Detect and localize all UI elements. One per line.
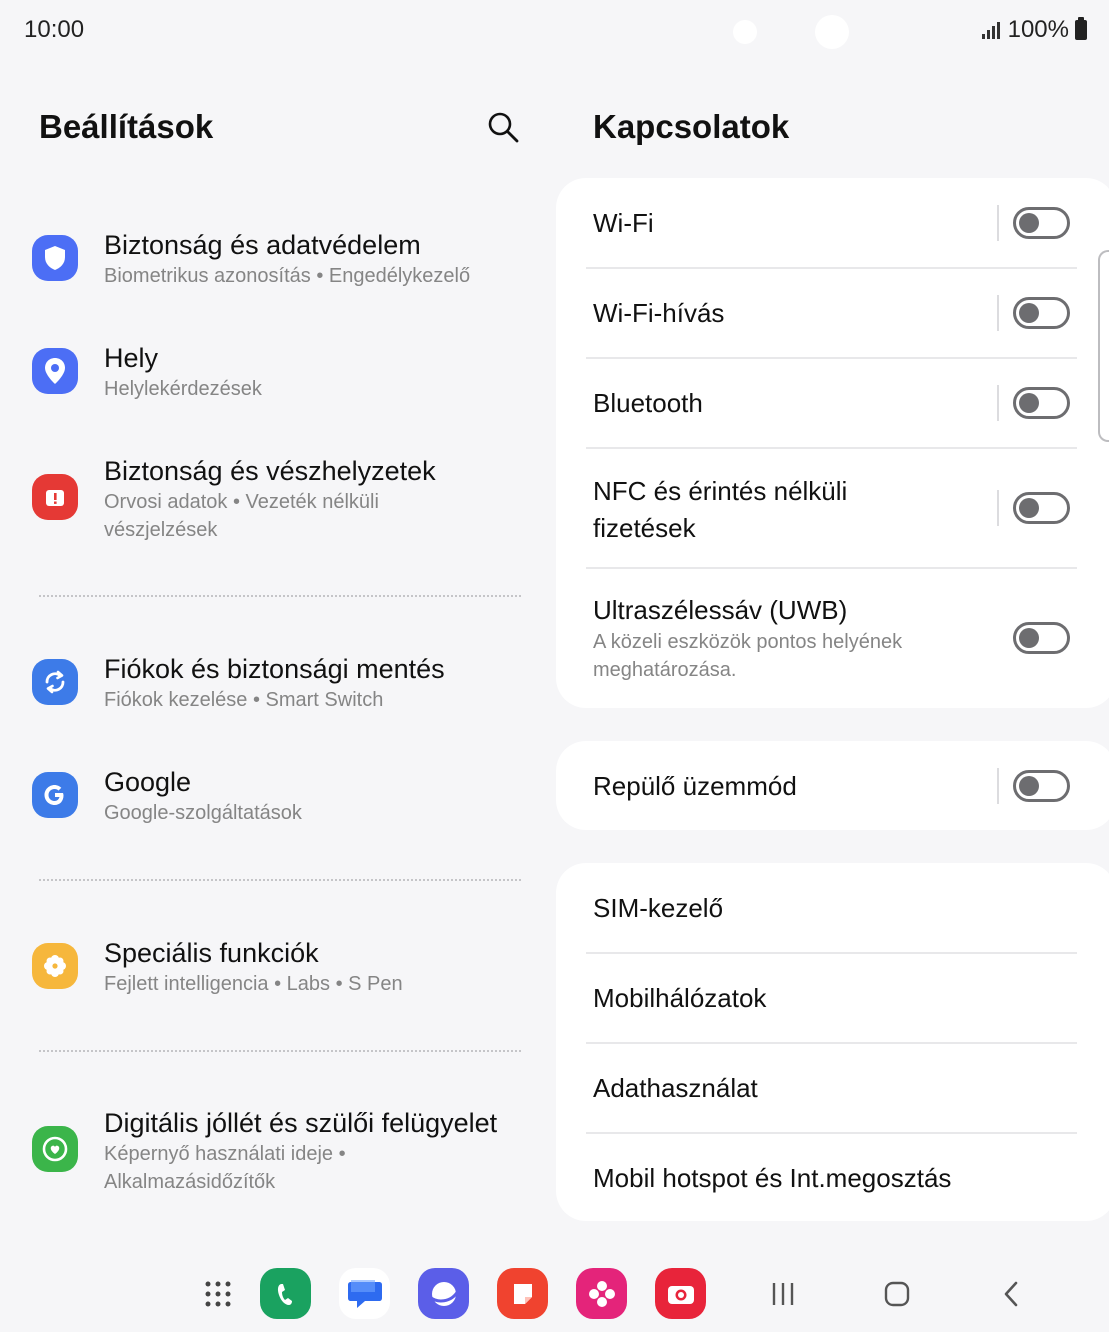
nfc-label: NFC és érintés nélküli fizetések bbox=[593, 476, 848, 543]
apps-grid-icon[interactable] bbox=[192, 1268, 243, 1319]
camera-icon[interactable] bbox=[655, 1268, 706, 1319]
emergency-alert-icon bbox=[32, 474, 78, 520]
wifi-toggle[interactable] bbox=[1013, 207, 1070, 239]
menu-item-digital-wellbeing[interactable]: Digitális jóllét és szülői felügyelet Ké… bbox=[32, 1106, 522, 1202]
airplane-mode-label: Repülő üzemmód bbox=[593, 771, 797, 801]
home-icon[interactable] bbox=[880, 1278, 914, 1310]
divider bbox=[997, 768, 999, 804]
wifi-label: Wi-Fi bbox=[593, 208, 654, 238]
row-separator bbox=[586, 267, 1077, 269]
section-divider bbox=[39, 1050, 521, 1052]
wifi-calling-label: Wi-Fi-hívás bbox=[593, 298, 725, 328]
menu-item-title: Hely bbox=[104, 343, 159, 373]
taskbar bbox=[0, 1255, 1109, 1332]
menu-item-subtitle: Biometrikus azonosítás • Engedélykezelő bbox=[104, 265, 471, 287]
data-usage-label: Adathasználat bbox=[593, 1073, 758, 1103]
phone-icon[interactable] bbox=[260, 1268, 311, 1319]
bluetooth-toggle[interactable] bbox=[1013, 387, 1070, 419]
row-separator bbox=[586, 952, 1077, 954]
search-icon[interactable] bbox=[486, 110, 520, 144]
sim-manager-label: SIM-kezelő bbox=[593, 893, 724, 923]
menu-item-subtitle: Google-szolgáltatások bbox=[104, 802, 302, 824]
camera-cutout-main bbox=[815, 15, 849, 49]
recent-apps-icon[interactable] bbox=[766, 1278, 800, 1310]
menu-item-title: Biztonság és adatvédelem bbox=[104, 230, 421, 260]
google-g-icon bbox=[32, 772, 78, 818]
bluetooth-label: Bluetooth bbox=[593, 388, 703, 418]
row-separator bbox=[586, 447, 1077, 449]
row-separator bbox=[586, 567, 1077, 569]
shield-icon bbox=[32, 235, 78, 281]
messages-icon[interactable] bbox=[339, 1268, 390, 1319]
data-usage-row[interactable]: Adathasználat bbox=[593, 1070, 1078, 1106]
airplane-mode-row[interactable]: Repülő üzemmód bbox=[593, 768, 1078, 804]
internet-icon[interactable] bbox=[418, 1268, 469, 1319]
wifi-row[interactable]: Wi-Fi bbox=[593, 205, 1078, 241]
menu-item-subtitle: Fiókok kezelése • Smart Switch bbox=[104, 689, 384, 711]
section-divider bbox=[39, 595, 521, 597]
menu-item-location[interactable]: Hely Helylekérdezések bbox=[32, 341, 522, 411]
mobile-networks-label: Mobilhálózatok bbox=[593, 983, 767, 1013]
menu-item-safety-emergency[interactable]: Biztonság és vészhelyzetek Orvosi adatok… bbox=[32, 454, 522, 550]
wifi-calling-toggle[interactable] bbox=[1013, 297, 1070, 329]
signal-icon bbox=[981, 21, 1000, 39]
menu-item-google[interactable]: Google Google-szolgáltatások bbox=[32, 765, 522, 835]
sim-manager-row[interactable]: SIM-kezelő bbox=[593, 890, 1078, 926]
airplane-mode-toggle[interactable] bbox=[1013, 770, 1070, 802]
menu-item-title: Biztonság és vészhelyzetek bbox=[104, 456, 436, 486]
mobile-networks-row[interactable]: Mobilhálózatok bbox=[593, 980, 1078, 1016]
menu-item-title: Digitális jóllét és szülői felügyelet bbox=[104, 1108, 498, 1138]
back-icon[interactable] bbox=[995, 1278, 1029, 1310]
hotspot-label: Mobil hotspot és Int.megosztás bbox=[593, 1163, 952, 1193]
wifi-calling-row[interactable]: Wi-Fi-hívás bbox=[593, 295, 1078, 331]
uwb-subtitle: A közeli eszközök pontos helyének meghat… bbox=[593, 631, 903, 681]
section-divider bbox=[39, 879, 521, 881]
detail-title: Kapcsolatok bbox=[593, 108, 790, 145]
menu-item-subtitle: Képernyő használati ideje • Alkalmazásid… bbox=[104, 1143, 346, 1193]
edge-panel-handle[interactable] bbox=[1098, 250, 1109, 442]
uwb-toggle[interactable] bbox=[1013, 622, 1070, 654]
divider bbox=[997, 490, 999, 526]
row-separator bbox=[586, 357, 1077, 359]
hotspot-row[interactable]: Mobil hotspot és Int.megosztás bbox=[593, 1160, 1078, 1196]
uwb-row[interactable]: Ultraszélessáv (UWB) A közeli eszközök p… bbox=[593, 592, 933, 684]
menu-item-title: Fiókok és biztonsági mentés bbox=[104, 654, 445, 684]
page-title: Beállítások bbox=[39, 108, 214, 145]
menu-item-subtitle: Orvosi adatok • Vezeték nélküli vészjelz… bbox=[104, 491, 379, 541]
nfc-toggle[interactable] bbox=[1013, 492, 1070, 524]
divider bbox=[997, 295, 999, 331]
bluetooth-row[interactable]: Bluetooth bbox=[593, 385, 1078, 421]
location-pin-icon bbox=[32, 348, 78, 394]
status-time: 10:00 bbox=[24, 16, 85, 43]
sync-icon bbox=[32, 659, 78, 705]
gear-flower-icon bbox=[32, 943, 78, 989]
divider bbox=[997, 205, 999, 241]
notes-icon[interactable] bbox=[497, 1268, 548, 1319]
menu-item-title: Google bbox=[104, 767, 192, 797]
menu-item-subtitle: Helylekérdezések bbox=[104, 378, 262, 400]
menu-item-accounts-backup[interactable]: Fiókok és biztonsági mentés Fiókok kezel… bbox=[32, 652, 522, 722]
heart-circle-icon bbox=[32, 1126, 78, 1172]
nfc-row[interactable]: NFC és érintés nélküli fizetések bbox=[593, 473, 893, 547]
gallery-icon[interactable] bbox=[576, 1268, 627, 1319]
menu-item-subtitle: Fejlett intelligencia • Labs • S Pen bbox=[104, 973, 403, 995]
uwb-label: Ultraszélessáv (UWB) bbox=[593, 595, 848, 625]
battery-icon bbox=[1075, 17, 1087, 40]
menu-item-title: Speciális funkciók bbox=[104, 938, 319, 968]
row-separator bbox=[586, 1042, 1077, 1044]
status-indicators: 100% bbox=[981, 16, 1087, 44]
camera-cutout bbox=[733, 20, 757, 44]
screen: 10:00 100% Beállítások Biztonság és adat… bbox=[0, 0, 1109, 1332]
divider bbox=[997, 385, 999, 421]
battery-percentage: 100% bbox=[1007, 16, 1069, 43]
menu-item-advanced-features[interactable]: Speciális funkciók Fejlett intelligencia… bbox=[32, 936, 522, 1006]
menu-item-security-privacy[interactable]: Biztonság és adatvédelem Biometrikus azo… bbox=[32, 228, 522, 298]
row-separator bbox=[586, 1132, 1077, 1134]
